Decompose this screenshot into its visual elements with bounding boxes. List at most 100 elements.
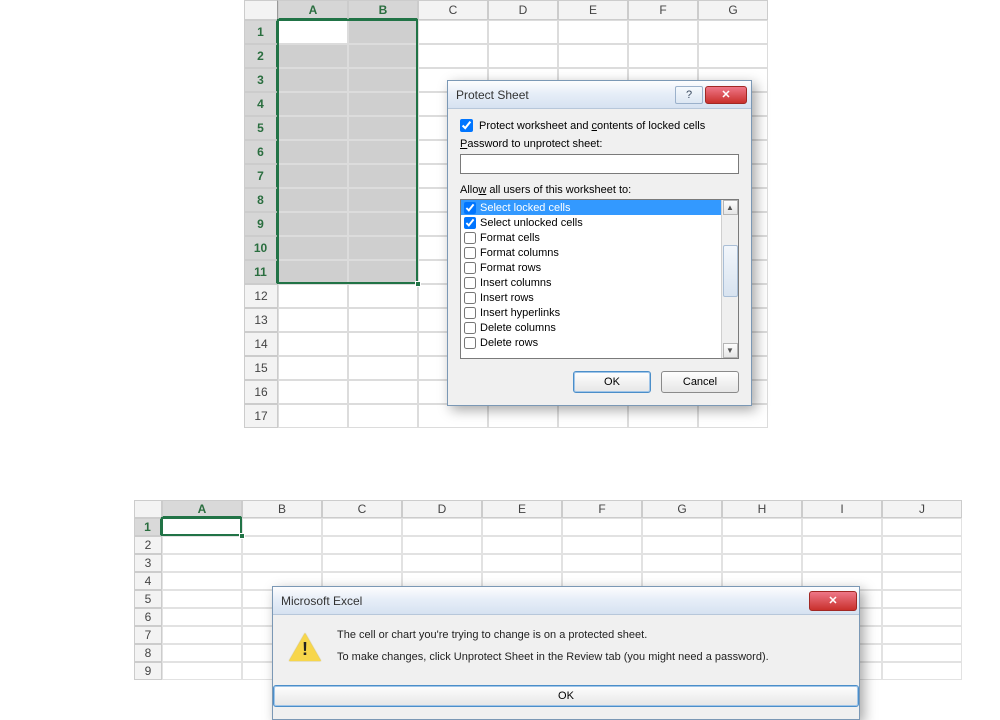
cell[interactable]: [882, 644, 962, 662]
cell[interactable]: [562, 518, 642, 536]
cell[interactable]: [242, 554, 322, 572]
cell[interactable]: [278, 260, 348, 284]
column-header[interactable]: E: [482, 500, 562, 518]
cell[interactable]: [418, 404, 488, 428]
row-header[interactable]: 11: [244, 260, 278, 284]
permission-checkbox[interactable]: [464, 322, 476, 334]
cell[interactable]: [348, 260, 418, 284]
cell[interactable]: [882, 572, 962, 590]
cell[interactable]: [242, 518, 322, 536]
row-header[interactable]: 2: [244, 44, 278, 68]
cell[interactable]: [278, 212, 348, 236]
column-header[interactable]: G: [698, 0, 768, 20]
protect-contents-checkbox-row[interactable]: Protect worksheet and contents of locked…: [460, 119, 739, 132]
cell[interactable]: [348, 332, 418, 356]
cell[interactable]: [348, 20, 418, 44]
column-header[interactable]: B: [242, 500, 322, 518]
cell[interactable]: [322, 518, 402, 536]
row-header[interactable]: 3: [244, 68, 278, 92]
cell[interactable]: [278, 308, 348, 332]
cell[interactable]: [162, 644, 242, 662]
cell[interactable]: [642, 536, 722, 554]
column-header[interactable]: H: [722, 500, 802, 518]
select-all-corner[interactable]: [134, 500, 162, 518]
cell[interactable]: [278, 116, 348, 140]
cell[interactable]: [722, 536, 802, 554]
column-header[interactable]: A: [162, 500, 242, 518]
cell[interactable]: [348, 68, 418, 92]
row-header[interactable]: 7: [244, 164, 278, 188]
row-header[interactable]: 9: [244, 212, 278, 236]
cell[interactable]: [348, 284, 418, 308]
row-header[interactable]: 17: [244, 404, 278, 428]
cell[interactable]: [482, 554, 562, 572]
cell[interactable]: [402, 518, 482, 536]
cell[interactable]: [278, 356, 348, 380]
column-header[interactable]: F: [562, 500, 642, 518]
cell[interactable]: [698, 44, 768, 68]
cell[interactable]: [558, 20, 628, 44]
select-all-corner[interactable]: [244, 0, 278, 20]
permission-checkbox[interactable]: [464, 217, 476, 229]
row-header[interactable]: 15: [244, 356, 278, 380]
cell[interactable]: [278, 380, 348, 404]
ok-button[interactable]: OK: [273, 685, 859, 707]
cell[interactable]: [278, 236, 348, 260]
permission-item[interactable]: Format columns: [461, 245, 721, 260]
cell[interactable]: [698, 404, 768, 428]
column-header[interactable]: C: [322, 500, 402, 518]
column-header[interactable]: J: [882, 500, 962, 518]
row-header[interactable]: 16: [244, 380, 278, 404]
cell[interactable]: [558, 404, 628, 428]
row-header[interactable]: 4: [244, 92, 278, 116]
cell[interactable]: [418, 20, 488, 44]
cell[interactable]: [322, 536, 402, 554]
permission-checkbox[interactable]: [464, 337, 476, 349]
cell[interactable]: [482, 536, 562, 554]
cell[interactable]: [278, 404, 348, 428]
listbox-scrollbar[interactable]: ▲ ▼: [721, 200, 738, 358]
protect-contents-checkbox[interactable]: [460, 119, 473, 132]
cell[interactable]: [348, 356, 418, 380]
cell[interactable]: [348, 236, 418, 260]
cell[interactable]: [628, 20, 698, 44]
permission-item[interactable]: Select unlocked cells: [461, 215, 721, 230]
permission-item[interactable]: Format cells: [461, 230, 721, 245]
cancel-button[interactable]: Cancel: [661, 371, 739, 393]
column-header[interactable]: D: [402, 500, 482, 518]
cell[interactable]: [882, 554, 962, 572]
cell[interactable]: [882, 518, 962, 536]
scroll-track[interactable]: [723, 215, 738, 343]
cell[interactable]: [348, 140, 418, 164]
scroll-down-button[interactable]: ▼: [723, 343, 738, 358]
row-header[interactable]: 2: [134, 536, 162, 554]
cell[interactable]: [348, 404, 418, 428]
cell[interactable]: [162, 536, 242, 554]
cell[interactable]: [488, 20, 558, 44]
permission-checkbox[interactable]: [464, 232, 476, 244]
row-header[interactable]: 14: [244, 332, 278, 356]
permission-item[interactable]: Delete columns: [461, 320, 721, 335]
cell[interactable]: [348, 116, 418, 140]
scroll-up-button[interactable]: ▲: [723, 200, 738, 215]
dialog-titlebar[interactable]: Microsoft Excel ✕: [273, 587, 859, 615]
cell[interactable]: [802, 536, 882, 554]
cell[interactable]: [402, 554, 482, 572]
cell[interactable]: [348, 164, 418, 188]
cell[interactable]: [278, 332, 348, 356]
ok-button[interactable]: OK: [573, 371, 651, 393]
close-button[interactable]: ✕: [705, 86, 747, 104]
row-header[interactable]: 5: [134, 590, 162, 608]
permission-checkbox[interactable]: [464, 247, 476, 259]
cell[interactable]: [882, 662, 962, 680]
help-button[interactable]: ?: [675, 86, 703, 104]
permission-checkbox[interactable]: [464, 292, 476, 304]
column-header[interactable]: D: [488, 0, 558, 20]
column-header[interactable]: B: [348, 0, 418, 20]
cell[interactable]: [562, 554, 642, 572]
cell[interactable]: [882, 608, 962, 626]
cell[interactable]: [722, 518, 802, 536]
row-header[interactable]: 7: [134, 626, 162, 644]
permission-checkbox[interactable]: [464, 262, 476, 274]
permission-item[interactable]: Delete rows: [461, 335, 721, 350]
